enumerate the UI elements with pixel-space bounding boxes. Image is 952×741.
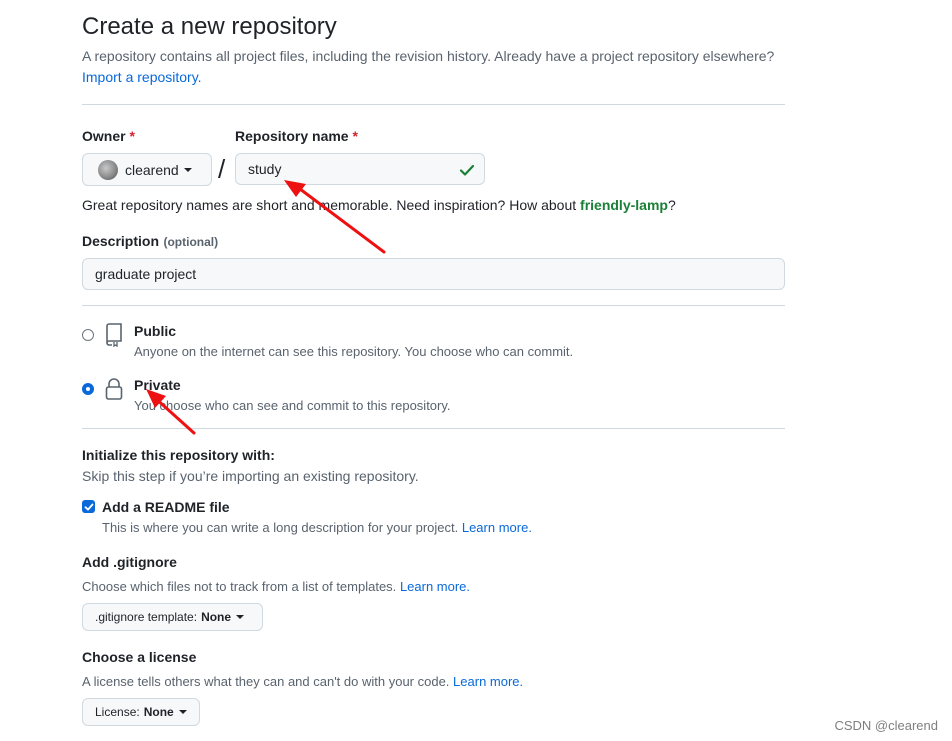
- public-radio[interactable]: [82, 329, 94, 341]
- description-label-text: Description: [82, 233, 160, 249]
- intro-text: A repository contains all project files,…: [82, 48, 775, 64]
- lock-icon: [105, 378, 123, 400]
- readme-checkbox[interactable]: [82, 500, 95, 513]
- owner-repo-separator: /: [218, 154, 226, 184]
- repo-name-label: Repository name *: [235, 128, 358, 144]
- license-button-prefix: License:: [95, 705, 140, 719]
- license-heading: Choose a license: [82, 649, 197, 665]
- public-description: Anyone on the internet can see this repo…: [134, 344, 574, 359]
- gitignore-desc-text: Choose which files not to track from a l…: [82, 579, 397, 594]
- description-input[interactable]: graduate project: [82, 258, 785, 290]
- divider: [82, 104, 785, 105]
- gitignore-template-button[interactable]: .gitignore template: None: [82, 603, 263, 631]
- description-value: graduate project: [95, 266, 197, 282]
- repository-name-value: study: [248, 161, 282, 177]
- license-button[interactable]: License: None: [82, 698, 200, 726]
- import-repository-link[interactable]: Import a repository.: [82, 69, 202, 85]
- readme-description: This is where you can write a long descr…: [102, 520, 532, 535]
- owner-label-text: Owner: [82, 128, 126, 144]
- init-subtext: Skip this step if you’re importing an ex…: [82, 468, 419, 484]
- chevron-down-icon: [236, 615, 245, 619]
- name-suggestion: Great repository names are short and mem…: [82, 197, 676, 213]
- readme-label: Add a README file: [102, 499, 230, 515]
- annotation-arrow-repo-name: [284, 180, 386, 254]
- license-learn-more-link[interactable]: Learn more.: [453, 674, 523, 689]
- public-label: Public: [134, 323, 177, 339]
- repo-icon: [106, 323, 122, 347]
- private-label: Private: [134, 377, 181, 393]
- private-radio[interactable]: [82, 383, 94, 395]
- divider: [82, 428, 785, 429]
- gitignore-button-prefix: .gitignore template:: [95, 610, 198, 624]
- required-mark: *: [129, 128, 135, 144]
- gitignore-button-value: None: [201, 610, 232, 624]
- license-description: A license tells others what they can and…: [82, 674, 523, 689]
- suggestion-text: Great repository names are short and mem…: [82, 197, 577, 213]
- license-button-value: None: [143, 705, 174, 719]
- gitignore-heading: Add .gitignore: [82, 554, 177, 570]
- description-label: Description (optional): [82, 233, 218, 251]
- check-icon: [459, 164, 475, 176]
- repository-name-input[interactable]: study: [235, 153, 485, 185]
- owner-value: clearend: [125, 161, 179, 178]
- divider: [82, 305, 785, 306]
- page-intro: A repository contains all project files,…: [82, 46, 782, 88]
- required-mark: *: [352, 128, 358, 144]
- repo-name-label-text: Repository name: [235, 128, 349, 144]
- chevron-down-icon: [183, 167, 192, 172]
- readme-learn-more-link[interactable]: Learn more.: [462, 520, 532, 535]
- suggested-name-link[interactable]: friendly-lamp: [580, 197, 668, 213]
- gitignore-description: Choose which files not to track from a l…: [82, 579, 470, 594]
- owner-label: Owner *: [82, 128, 135, 144]
- owner-select-button[interactable]: clearend: [82, 153, 212, 186]
- avatar: [98, 159, 118, 180]
- suggestion-suffix: ?: [667, 197, 676, 213]
- readme-desc-text: This is where you can write a long descr…: [102, 520, 459, 535]
- gitignore-learn-more-link[interactable]: Learn more.: [400, 579, 470, 594]
- watermark: CSDN @clearend: [834, 718, 938, 733]
- page-title: Create a new repository: [82, 13, 337, 40]
- init-heading: Initialize this repository with:: [82, 447, 275, 463]
- checkmark-icon: [84, 503, 93, 510]
- chevron-down-icon: [178, 710, 187, 714]
- license-desc-text: A license tells others what they can and…: [82, 674, 450, 689]
- optional-tag: (optional): [163, 235, 219, 249]
- private-description: You choose who can see and commit to thi…: [134, 398, 451, 413]
